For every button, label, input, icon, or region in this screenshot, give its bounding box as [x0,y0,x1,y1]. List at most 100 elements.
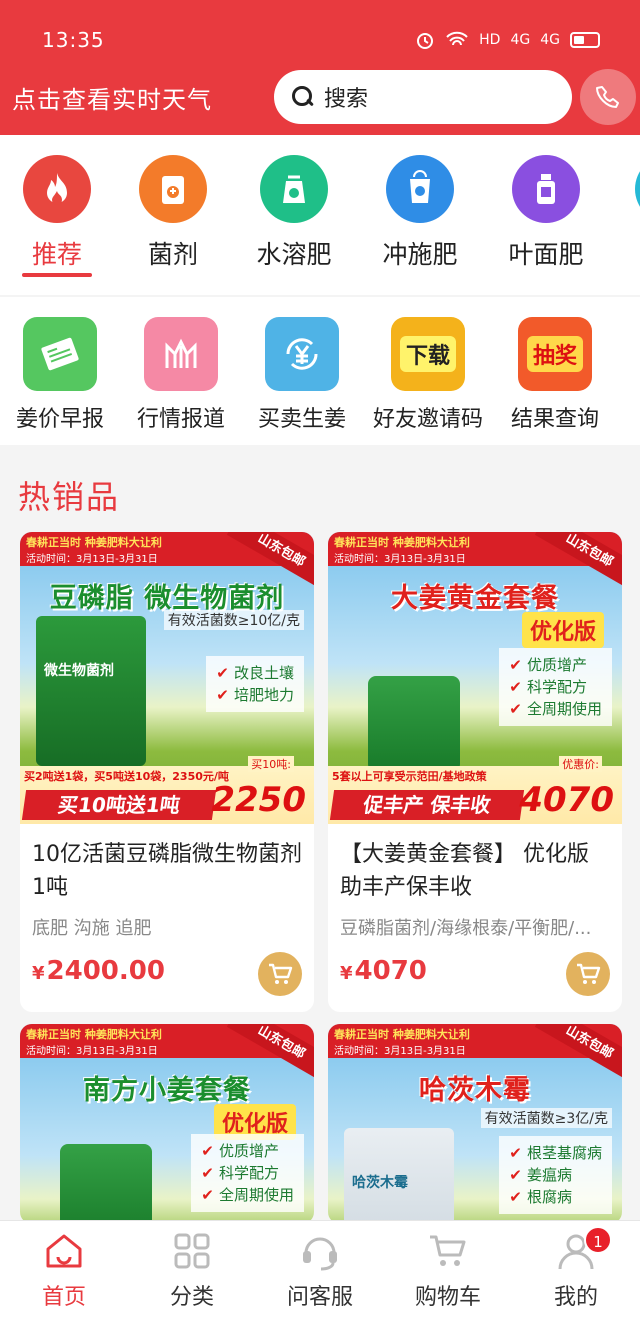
product-bag-image: 微生物菌剂 [36,616,146,766]
lottery-badge-text: 抽奖 [526,336,583,372]
banner-bullet: 优质增产 [201,1140,294,1162]
tab-label: 购物车 [414,1285,481,1310]
banner-date-line: 活动时间：3月13日-3月31日 [26,554,158,565]
currency-symbol: ¥ [32,963,45,984]
category-label: 菌剂 [147,240,198,269]
price-value: 4070 [354,956,427,986]
signal-4g-1: 4G [510,32,531,48]
banner-price-label: 买10吨: [248,756,294,772]
banner-top-line: 春耕正当时 种姜肥料大让利 [334,536,470,549]
add-to-cart-button[interactable] [566,952,610,996]
banner-bullet: 根茎基腐病 [509,1142,602,1164]
banner-bullet: 培肥地力 [216,684,294,706]
weather-link[interactable]: 点击查看实时天气 [12,80,212,115]
banner-price: 2250 [211,780,306,820]
category-inoculant[interactable]: 菌剂 [118,155,228,271]
active-tab-indicator [22,273,92,277]
category-flush[interactable]: 冲施肥 [365,155,475,271]
banner-badge: 优化版 [521,612,604,648]
tool-ginger-price[interactable]: 姜价早报 [0,317,122,433]
fertilizer-bag-icon [139,155,207,223]
product-card[interactable]: 春耕正当时 种姜肥料大让利 活动时间：3月13日-3月31日 山东包邮 南方小姜… [20,1024,314,1224]
banner-price: 4070 [519,780,614,820]
category-tabs: 推荐 菌剂 水溶肥 冲施肥 叶面肥 [0,135,640,295]
tool-result-query[interactable]: 抽奖 结果查询 [493,317,617,433]
tab-label: 首页 [41,1285,86,1310]
category-label: 水溶肥 [256,240,332,269]
search-bar[interactable]: 搜索 [274,70,572,124]
tab-cart[interactable]: 购物车 [384,1229,512,1311]
bag-label: 微生物菌剂 [44,663,114,679]
bucket-icon [386,155,454,223]
product-tags: 底肥 沟施 追肥 [32,918,152,939]
product-card[interactable]: 春耕正当时 种姜肥料大让利 活动时间：3月13日-3月31日 山东包邮 大姜黄金… [328,532,622,1012]
battery-icon [570,32,600,48]
currency-symbol: ¥ [340,963,353,984]
status-time: 13:35 [42,28,105,52]
banner-date-line: 活动时间：3月13日-3月31日 [334,1046,466,1057]
tab-home[interactable]: 首页 [0,1229,128,1311]
product-banner: 春耕正当时 种姜肥料大让利 活动时间：3月13日-3月31日 山东包邮 豆磷脂 … [20,532,314,824]
tool-shortcuts: 姜价早报 行情报道 买卖生姜 下载 好友邀请码 抽奖 结果查询 [0,297,640,445]
tool-label: 买卖生姜 [257,407,346,432]
tool-label: 结果查询 [510,407,599,432]
product-card[interactable]: 春耕正当时 种姜肥料大让利 活动时间：3月13日-3月31日 山东包邮 哈茨木霉… [328,1024,622,1224]
banner-promo: 促丰产 保丰收 [329,790,525,820]
seedling-bag-icon [260,155,328,223]
banner-checklist: 优质增产 科学配方 全周期使用 [499,648,612,726]
banner-bullet: 全周期使用 [509,698,602,720]
alarm-icon [417,33,434,49]
banner-bullet: 姜瘟病 [509,1164,602,1186]
notification-badge: 1 [584,1226,612,1254]
tool-trade-ginger[interactable]: 买卖生姜 [240,317,364,433]
banner-bullet: 优质增产 [509,654,602,676]
fire-icon [23,155,91,223]
product-card[interactable]: 春耕正当时 种姜肥料大让利 活动时间：3月13日-3月31日 山东包邮 豆磷脂 … [20,532,314,1012]
banner-headline: 哈茨木霉 [419,1075,531,1106]
banner-date-line: 活动时间：3月13日-3月31日 [26,1046,158,1057]
banner-checklist: 根茎基腐病 姜瘟病 根腐病 [499,1136,612,1214]
product-name: 【大姜黄金套餐】 优化版助丰产保丰收 [340,842,589,900]
banner-checklist: 改良土壤 培肥地力 [206,656,304,712]
tab-category[interactable]: 分类 [128,1229,256,1311]
tab-profile[interactable]: 我的 [512,1229,640,1311]
download-badge-text: 下载 [399,336,456,372]
wifi-icon [446,31,468,46]
category-label: 叶面肥 [508,240,584,269]
banner-date-line: 活动时间：3月13日-3月31日 [334,554,466,565]
hd-indicator: HD [479,32,501,48]
newspaper-icon [23,317,97,391]
status-bar: 13:35 HD 4G 4G [42,22,600,58]
banner-headline: 南方小姜套餐 [83,1075,251,1106]
banner-top-line: 春耕正当时 种姜肥料大让利 [334,1028,470,1041]
phone-button[interactable] [580,69,636,125]
cart-icon [577,963,601,984]
banner-subline: 有效活菌数≥10亿/克 [163,610,304,630]
product-banner: 春耕正当时 种姜肥料大让利 活动时间：3月13日-3月31日 山东包邮 哈茨木霉… [328,1024,622,1224]
tab-label: 分类 [169,1285,214,1310]
category-next-partial[interactable] [614,155,640,223]
tool-label: 好友邀请码 [372,407,483,432]
category-water-soluble[interactable]: 水溶肥 [239,155,349,271]
banner-bullet: 科学配方 [509,676,602,698]
add-to-cart-button[interactable] [258,952,302,996]
banner-price-label: 优惠价: [559,756,602,772]
category-recommend[interactable]: 推荐 [2,155,112,271]
tab-label: 问客服 [286,1285,353,1310]
price-value: 2400.00 [46,956,165,986]
category-label: 推荐 [31,240,82,269]
more-category-icon [635,155,640,223]
bottle-icon [512,155,580,223]
banner-strip: 5套以上可享受示范田/基地政策 [332,770,487,783]
category-label: 冲施肥 [382,240,458,269]
product-bucket-image [60,1144,152,1224]
banner-headline: 大姜黄金套餐 [391,583,559,614]
tab-customer-service[interactable]: 问客服 [256,1229,384,1311]
tool-market-report[interactable]: 行情报道 [119,317,243,433]
banner-subline: 有效活菌数≥3亿/克 [480,1108,612,1128]
tool-label: 行情报道 [136,407,225,432]
bottom-tab-bar: 首页 分类 问客服 购物车 我的 [0,1220,640,1320]
tool-invite-code[interactable]: 下载 好友邀请码 [366,317,490,433]
category-foliar[interactable]: 叶面肥 [491,155,601,271]
product-banner: 春耕正当时 种姜肥料大让利 活动时间：3月13日-3月31日 山东包邮 南方小姜… [20,1024,314,1224]
